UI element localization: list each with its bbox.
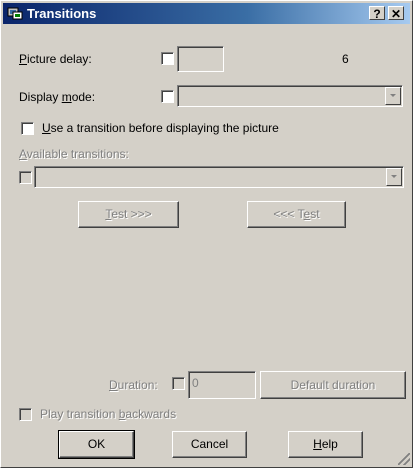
duration-field[interactable]: 0 (188, 371, 256, 399)
play-backwards-checkbox[interactable] (19, 408, 32, 421)
duration-label: Duration: (109, 378, 158, 392)
display-mode-select[interactable] (177, 85, 403, 107)
app-icon (7, 7, 23, 20)
available-transitions-checkbox[interactable] (19, 171, 32, 184)
test-forward-button[interactable]: Test >>> (78, 201, 179, 228)
play-backwards-label: Play transition backwards (40, 407, 177, 421)
default-duration-button[interactable]: Default duration (260, 371, 406, 399)
picture-delay-label: Picture delay: (19, 52, 92, 66)
chevron-down-icon[interactable] (385, 87, 401, 105)
display-mode-checkbox[interactable] (161, 90, 174, 103)
title-bar[interactable]: Transitions ? ✕ (3, 3, 410, 24)
resize-grip[interactable] (398, 453, 410, 465)
available-transitions-label: Available transitions: (19, 147, 129, 161)
window-title: Transitions (27, 6, 97, 21)
cancel-button[interactable]: Cancel (172, 431, 247, 458)
chevron-down-icon[interactable] (386, 168, 402, 186)
help-button[interactable]: Help (288, 431, 363, 458)
use-transition-label: Use a transition before displaying the p… (42, 121, 279, 135)
display-mode-label: Display mode: (19, 90, 96, 104)
ok-button[interactable]: OK (58, 430, 135, 459)
picture-delay-field[interactable] (177, 46, 224, 72)
duration-checkbox[interactable] (172, 377, 185, 390)
picture-delay-value: 6 (342, 52, 349, 66)
help-titlebar-button[interactable]: ? (369, 6, 385, 21)
test-backward-button[interactable]: <<< Test (247, 201, 346, 228)
use-transition-checkbox[interactable] (21, 122, 34, 135)
picture-delay-checkbox[interactable] (161, 52, 174, 65)
close-button[interactable]: ✕ (388, 6, 404, 21)
transitions-dialog: Transitions ? ✕ Picture delay: 6 Display… (0, 0, 413, 468)
available-transitions-select[interactable] (34, 166, 404, 188)
